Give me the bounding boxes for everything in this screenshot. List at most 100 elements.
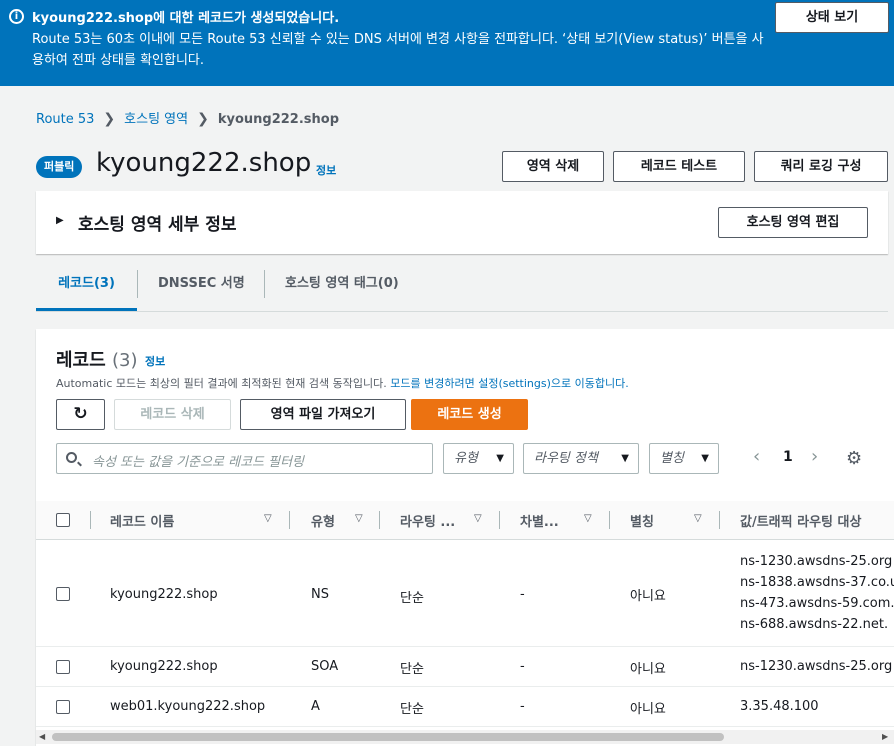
search-placeholder: 속성 또는 값을 기준으로 레코드 필터링 [92,455,305,470]
breadcrumb: Route 53 ❯ 호스팅 영역 ❯ kyoung222.shop [36,108,339,127]
type-filter-select[interactable]: 유형 ▼ [443,443,514,474]
info-icon: i [9,9,24,24]
title-info-link[interactable]: 정보 [316,162,336,178]
record-value: ns-1838.awsdns-37.co.uk [740,575,894,590]
sort-icon[interactable]: ▽ [264,513,272,524]
column-divider [90,511,91,529]
record-value: ns-1230.awsdns-25.org [740,554,893,569]
hosted-zone-details-panel: ▶ 호스팅 영역 세부 정보 호스팅 영역 편집 [36,191,888,254]
column-header-differentiator[interactable]: 차별... [520,511,559,530]
table-row[interactable]: kyoung222.shop NS 단순 - 아니요 ns-1230.awsdn… [36,541,894,647]
import-zone-file-button[interactable]: 영역 파일 가져오기 [240,399,406,430]
record-value: ns-473.awsdns-59.com. [740,596,894,611]
sort-icon[interactable]: ▽ [694,513,702,524]
column-divider [719,511,720,529]
caret-right-icon[interactable]: ▶ [56,215,64,226]
row-checkbox[interactable] [56,587,70,601]
record-routing: 단순 [400,702,424,717]
record-type: A [311,699,320,714]
record-name[interactable]: kyoung222.shop [110,659,218,674]
routing-filter-label: 라우팅 정책 [534,451,598,466]
page-title: kyoung222.shop [96,148,312,178]
alias-filter-select[interactable]: 별칭 ▼ [649,443,719,474]
column-header-routing[interactable]: 라우팅 ... [400,511,455,530]
record-value: 3.35.48.100 [740,699,819,714]
refresh-button[interactable]: ↻ [56,399,105,430]
refresh-icon: ↻ [73,404,88,424]
sort-icon[interactable]: ▽ [584,513,592,524]
breadcrumb-current: kyoung222.shop [217,112,339,127]
configure-query-logging-button[interactable]: 쿼리 로깅 구성 [754,151,888,182]
view-status-button[interactable]: 상태 보기 [775,2,889,33]
tab-records[interactable]: 레코드(3) [36,266,137,311]
column-divider [289,511,290,529]
record-differentiator: - [520,659,525,674]
scroll-left-icon[interactable]: ◀ [39,730,45,744]
details-title[interactable]: 호스팅 영역 세부 정보 [78,210,237,235]
column-header-record-name[interactable]: 레코드 이름 [110,511,174,530]
type-filter-label: 유형 [454,451,478,466]
record-routing: 단순 [400,591,424,606]
gear-icon[interactable]: ⚙ [846,448,862,469]
public-badge: 퍼블릭 [36,156,83,178]
record-alias: 아니요 [630,702,666,717]
current-page[interactable]: 1 [783,449,793,465]
sort-icon[interactable]: ▽ [474,513,482,524]
records-info-link[interactable]: 정보 [145,353,165,369]
table-row[interactable]: kyoung222.shop SOA 단순 - 아니요 ns-1230.awsd… [36,647,894,687]
desc-text: Automatic 모드는 최상의 필터 결과에 최적화된 현재 검색 동작입니… [56,377,391,390]
tab-divider [137,270,138,298]
scrollbar-thumb[interactable] [52,733,724,741]
tab-hosted-zone-tags[interactable]: 호스팅 영역 태그(0) [285,266,399,311]
record-value: ns-1230.awsdns-25.org [740,659,893,674]
table-header: 레코드 이름 ▽ 유형 ▽ 라우팅 ... ▽ 차별... ▽ 별칭 ▽ 값/트… [36,501,894,540]
create-record-button[interactable]: 레코드 생성 [411,399,528,430]
search-mode-description: Automatic 모드는 최상의 필터 결과에 최적화된 현재 검색 동작입니… [56,375,629,391]
record-routing: 단순 [400,662,424,677]
record-differentiator: - [520,699,525,714]
chevron-right-icon: ❯ [197,111,209,127]
search-icon [66,452,77,463]
select-all-checkbox[interactable] [56,513,70,527]
flash-message: Route 53는 60초 이내에 모든 Route 53 신뢰할 수 있는 D… [32,32,764,68]
record-type: SOA [311,659,339,674]
next-page-icon[interactable]: › [811,446,818,467]
alias-filter-label: 별칭 [660,451,684,466]
previous-page-icon[interactable]: ‹ [753,446,760,467]
record-name[interactable]: web01.kyoung222.shop [110,699,265,714]
record-alias: 아니요 [630,589,666,604]
search-input[interactable]: 속성 또는 값을 기준으로 레코드 필터링 [56,443,433,474]
sort-icon[interactable]: ▽ [355,513,363,524]
record-values: ns-1230.awsdns-25.org ns-1838.awsdns-37.… [740,551,894,635]
breadcrumb-route53[interactable]: Route 53 [36,112,94,127]
records-title-text: 레코드 [56,350,106,371]
column-header-alias[interactable]: 별칭 [630,511,654,530]
column-header-value[interactable]: 값/트래픽 라우팅 대상 [740,511,861,530]
routing-policy-filter-select[interactable]: 라우팅 정책 ▼ [523,443,639,474]
success-flash-banner: i kyoung222.shop에 대한 레코드가 생성되었습니다. Route… [0,0,894,86]
record-differentiator: - [520,587,525,602]
caret-down-icon: ▼ [621,453,629,464]
tab-dnssec[interactable]: DNSSEC 서명 [158,266,245,311]
table-row[interactable]: web01.kyoung222.shop A 단순 - 아니요 3.35.48.… [36,687,894,727]
row-checkbox[interactable] [56,700,70,714]
horizontal-scrollbar[interactable]: ◀ ▶ [36,730,894,744]
record-alias: 아니요 [630,662,666,677]
delete-record-button[interactable]: 레코드 삭제 [114,399,231,430]
column-divider [499,511,500,529]
records-count: (3) [111,350,138,371]
record-value: ns-688.awsdns-22.net. [740,617,889,632]
scroll-right-icon[interactable]: ▶ [882,730,888,744]
breadcrumb-hosted-zones[interactable]: 호스팅 영역 [124,112,188,127]
record-name[interactable]: kyoung222.shop [110,587,218,602]
column-header-type[interactable]: 유형 [311,511,335,530]
row-checkbox[interactable] [56,660,70,674]
test-record-button[interactable]: 레코드 테스트 [613,151,745,182]
records-panel: 레코드 (3) 정보 Automatic 모드는 최상의 필터 결과에 최적화된… [36,329,894,746]
records-title: 레코드 (3) [56,346,137,372]
record-type: NS [311,587,329,602]
settings-link[interactable]: 모드를 변경하려면 설정(settings)으로 이동합니다. [390,377,628,390]
edit-hosted-zone-button[interactable]: 호스팅 영역 편집 [718,207,868,238]
delete-zone-button[interactable]: 영역 삭제 [502,151,604,182]
chevron-right-icon: ❯ [103,111,116,127]
